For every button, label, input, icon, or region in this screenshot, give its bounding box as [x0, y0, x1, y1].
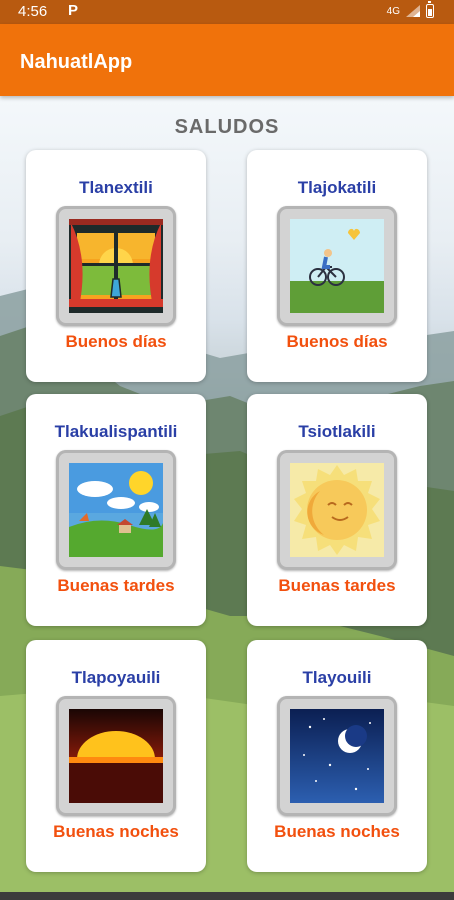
spanish-meaning: Buenas tardes — [278, 576, 396, 595]
image-frame — [56, 450, 176, 570]
spanish-meaning: Buenos días — [65, 332, 167, 351]
image-frame — [56, 696, 176, 816]
smiling-sun-icon — [290, 463, 384, 557]
spanish-meaning: Buenas tardes — [57, 576, 175, 595]
nahuatl-word: Tlakualispantili — [54, 422, 178, 441]
nahuatl-word: Tlayouili — [302, 668, 372, 687]
image-frame — [277, 696, 397, 816]
nahuatl-word: Tlapoyauili — [71, 668, 161, 687]
app-title: NahuatlApp — [20, 51, 133, 73]
image-frame — [277, 450, 397, 570]
status-bar: 4:56 P 4G — [0, 0, 454, 24]
nahuatl-word: Tlajokatili — [297, 178, 377, 197]
greeting-card[interactable]: Tlapoyauili Buenas noches — [26, 640, 206, 872]
greeting-card[interactable]: Tlajokatili Buenos días — [247, 150, 427, 382]
spanish-meaning: Buenas noches — [53, 822, 179, 841]
signal-icon — [406, 5, 420, 17]
spanish-meaning: Buenas noches — [274, 822, 400, 841]
nahuatl-word: Tsiotlakili — [298, 422, 376, 441]
image-frame — [56, 206, 176, 326]
greeting-card[interactable]: Tlakualispantili Buenas tardes — [26, 394, 206, 626]
status-right: 4G — [386, 1, 434, 18]
nahuatl-word: Tlanextili — [79, 178, 153, 197]
window-sunrise-icon — [69, 219, 163, 313]
spanish-meaning: Buenos días — [286, 332, 388, 351]
afternoon-landscape-icon — [69, 463, 163, 557]
status-time: 4:56 — [18, 3, 48, 20]
greeting-card[interactable]: Tlanextili Buenos días — [26, 150, 206, 382]
sunset-icon — [69, 709, 163, 803]
app-bar: NahuatlApp — [0, 24, 454, 96]
cyclist-morning-icon — [290, 219, 384, 313]
greeting-card[interactable]: Tlayouili Buenas noches — [247, 640, 427, 872]
network-type: 4G — [386, 5, 400, 17]
section-title: SALUDOS — [174, 116, 280, 138]
moon-night-icon — [290, 709, 384, 803]
navigation-bar — [0, 892, 454, 900]
image-frame — [277, 206, 397, 326]
battery-icon — [426, 1, 434, 18]
greeting-card[interactable]: Tsiotlakili Buenas tardes — [247, 394, 427, 626]
notification-p-icon: P — [68, 2, 79, 19]
